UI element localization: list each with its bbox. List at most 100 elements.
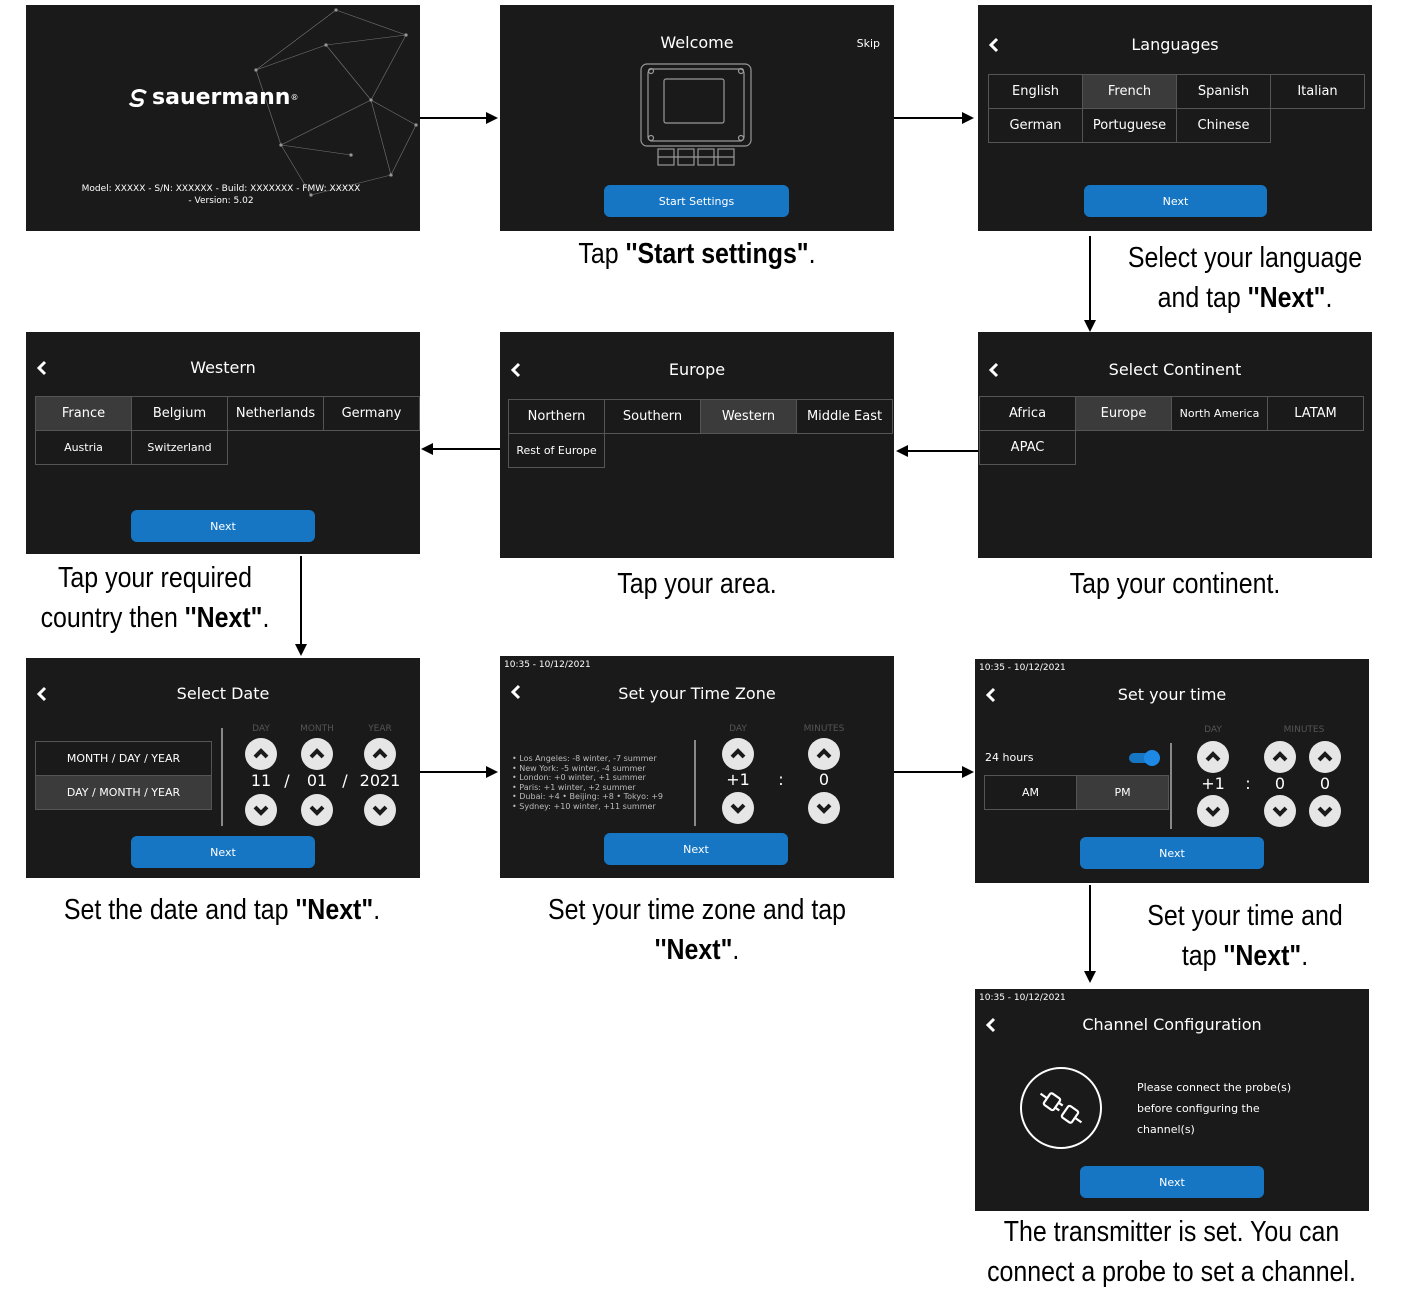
chevron-up-icon	[730, 748, 746, 759]
day-label: DAY	[729, 724, 747, 734]
date-separator: /	[342, 771, 348, 790]
region-option[interactable]: Rest of Europe	[508, 433, 605, 468]
region-option[interactable]: Middle East	[796, 399, 893, 434]
language-option[interactable]: English	[988, 74, 1083, 109]
chevron-up-icon	[253, 748, 269, 759]
minutes-units-up-button[interactable]	[1309, 741, 1341, 773]
date-format-option[interactable]: MONTH / DAY / YEAR	[35, 741, 212, 776]
next-button[interactable]: Next	[1080, 837, 1264, 869]
region-option[interactable]: Southern	[604, 399, 701, 434]
flow-arrow	[432, 448, 500, 450]
language-option[interactable]: Italian	[1270, 74, 1365, 109]
chevron-up-icon	[1317, 751, 1333, 762]
timestamp: 10:35 - 10/12/2021	[979, 663, 1066, 673]
country-option[interactable]: Belgium	[131, 396, 228, 431]
minutes-tens-down-button[interactable]	[1264, 795, 1296, 827]
arrow-head	[486, 766, 498, 778]
screen-title: Set your time	[1117, 685, 1227, 704]
year-up-button[interactable]	[364, 738, 396, 770]
month-up-button[interactable]	[301, 738, 333, 770]
next-button[interactable]: Next	[604, 833, 788, 865]
day-label: DAY	[252, 724, 270, 734]
country-option[interactable]: Switzerland	[131, 430, 228, 465]
region-screen: Europe Northern Southern Western Middle …	[500, 332, 894, 558]
skip-link[interactable]: Skip	[857, 37, 880, 50]
minutes-offset-value: 0	[818, 770, 830, 789]
divider	[694, 740, 696, 826]
chevron-up-icon	[1205, 751, 1221, 762]
chevron-down-icon	[730, 803, 746, 814]
minutes-down-button[interactable]	[808, 792, 840, 824]
country-option[interactable]: Netherlands	[227, 396, 324, 431]
welcome-screen: Welcome Skip Start Settings	[500, 5, 894, 231]
minutes-units-down-button[interactable]	[1309, 795, 1341, 827]
continent-option-selected[interactable]: Europe	[1075, 396, 1172, 431]
day-label: DAY	[1204, 725, 1222, 735]
hours-value: +1	[1201, 774, 1225, 793]
flow-arrow	[1089, 885, 1091, 973]
year-down-button[interactable]	[364, 794, 396, 826]
continent-option[interactable]: LATAM	[1267, 396, 1364, 431]
screen-title: Select Date	[176, 684, 270, 703]
language-option[interactable]: Chinese	[1176, 108, 1271, 143]
flow-arrow	[906, 450, 978, 452]
device-info: Model: XXXXX - S/N: XXXXXX - Build: XXXX…	[81, 184, 361, 206]
date-format-list: MONTH / DAY / YEAR DAY / MONTH / YEAR	[35, 741, 212, 810]
day-up-button[interactable]	[245, 738, 277, 770]
continent-option[interactable]: Africa	[979, 396, 1076, 431]
chevron-down-icon	[1317, 806, 1333, 817]
hours-down-button[interactable]	[722, 792, 754, 824]
screen-title: Set your Time Zone	[618, 684, 776, 703]
timestamp: 10:35 - 10/12/2021	[979, 993, 1066, 1003]
hours-up-button[interactable]	[1197, 741, 1229, 773]
day-down-button[interactable]	[245, 794, 277, 826]
continent-option[interactable]: APAC	[979, 430, 1076, 465]
hours-down-button[interactable]	[1197, 795, 1229, 827]
flow-arrow	[420, 771, 492, 773]
date-screen: Select Date MONTH / DAY / YEAR DAY / MON…	[26, 658, 420, 878]
language-option[interactable]: Portuguese	[1082, 108, 1177, 143]
minutes-tens-up-button[interactable]	[1264, 741, 1296, 773]
language-option-selected[interactable]: French	[1082, 74, 1177, 109]
24-hours-toggle[interactable]	[1129, 750, 1160, 766]
language-grid: English French Spanish Italian German Po…	[988, 74, 1365, 143]
minutes-up-button[interactable]	[808, 738, 840, 770]
time-separator: :	[778, 770, 784, 789]
start-settings-button[interactable]: Start Settings	[604, 185, 789, 217]
am-option[interactable]: AM	[984, 775, 1077, 810]
connect-probe-message: Please connect the probe(s) before config…	[1137, 1081, 1292, 1136]
hours-up-button[interactable]	[722, 738, 754, 770]
flow-arrow	[894, 117, 968, 119]
region-grid: Northern Southern Western Middle East Re…	[508, 399, 893, 468]
minutes-units-value: 0	[1319, 774, 1331, 793]
chevron-up-icon	[309, 748, 325, 759]
next-button[interactable]: Next	[131, 836, 315, 868]
date-format-option-selected[interactable]: DAY / MONTH / YEAR	[35, 775, 212, 810]
flow-arrow	[300, 556, 302, 646]
caption-language: Select your language and tap ''Next".	[1127, 242, 1363, 314]
country-option[interactable]: Germany	[323, 396, 420, 431]
timezone-screen: 10:35 - 10/12/2021 Set your Time Zone • …	[500, 656, 894, 878]
screen-title: Languages	[1131, 35, 1219, 54]
next-button[interactable]: Next	[1080, 1166, 1264, 1198]
country-option-selected[interactable]: France	[35, 396, 132, 431]
continent-option[interactable]: North America	[1171, 396, 1268, 431]
language-option[interactable]: German	[988, 108, 1083, 143]
chevron-up-icon	[372, 748, 388, 759]
caption-time: Set your time and tap ''Next".	[1147, 900, 1343, 972]
language-option[interactable]: Spanish	[1176, 74, 1271, 109]
month-down-button[interactable]	[301, 794, 333, 826]
minutes-label: MINUTES	[1283, 725, 1325, 735]
region-option-selected[interactable]: Western	[700, 399, 797, 434]
screen-title: Channel Configuration	[1082, 1015, 1262, 1034]
24-hours-label: 24 hours	[985, 751, 1034, 764]
pm-option-selected[interactable]: PM	[1076, 775, 1169, 810]
sauermann-logo-icon	[128, 88, 147, 107]
next-button[interactable]: Next	[131, 510, 315, 542]
region-option[interactable]: Northern	[508, 399, 605, 434]
next-button[interactable]: Next	[1084, 185, 1267, 217]
country-grid: France Belgium Netherlands Germany Austr…	[35, 396, 420, 465]
plug-connect-icon	[1020, 1067, 1102, 1149]
month-value: 01	[306, 771, 328, 790]
country-option[interactable]: Austria	[35, 430, 132, 465]
